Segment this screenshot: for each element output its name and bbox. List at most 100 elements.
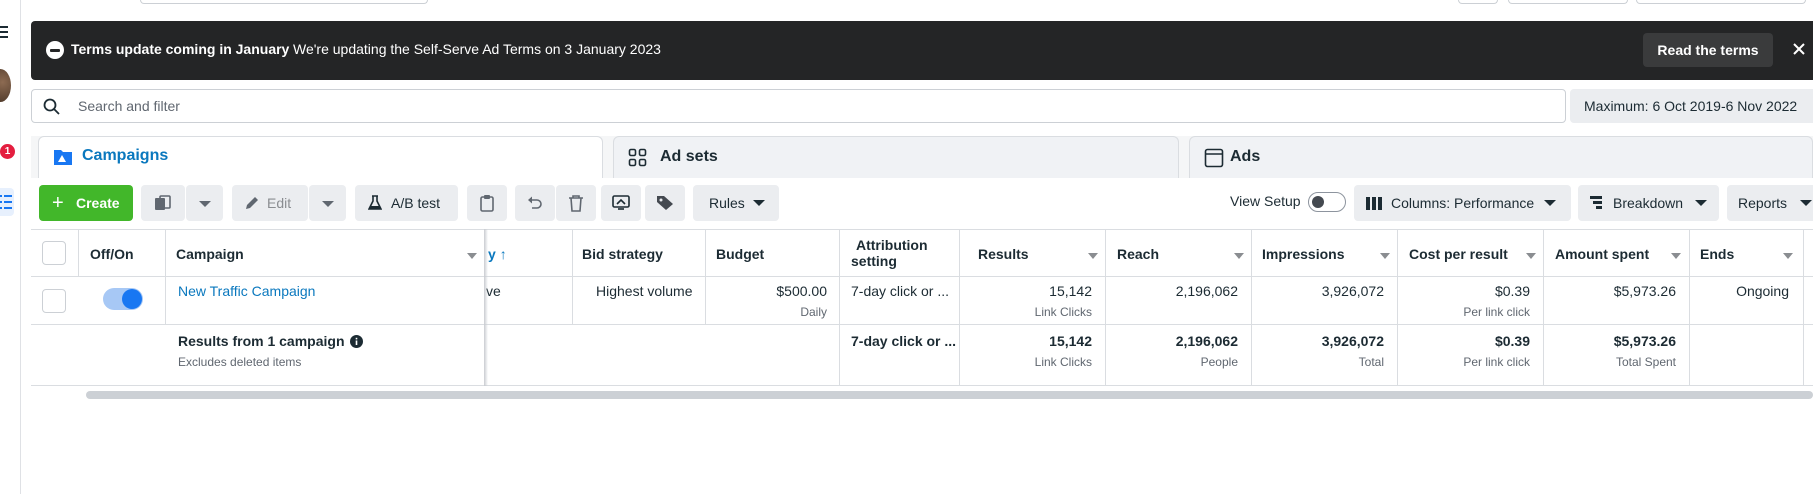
sort-caret-icon[interactable]	[1088, 253, 1098, 259]
search-input[interactable]	[76, 91, 1476, 121]
sort-caret-icon[interactable]	[1526, 253, 1536, 259]
tab-campaigns[interactable]: Campaigns	[38, 136, 603, 178]
sort-caret-icon[interactable]	[1783, 253, 1793, 259]
campaign-on-off-toggle[interactable]	[103, 288, 143, 310]
caret-down-icon	[1544, 200, 1556, 206]
top-search-fragment[interactable]	[140, 0, 428, 4]
pencil-icon	[246, 197, 258, 209]
columns-label: Columns: Performance	[1391, 195, 1535, 211]
caret-down-icon	[1800, 200, 1812, 206]
terms-update-banner: Terms update coming in January We're upd…	[31, 21, 1813, 80]
tab-label: Ad sets	[660, 148, 718, 165]
caret-down-icon	[1695, 200, 1707, 206]
search-filter-box[interactable]	[31, 89, 1566, 123]
summary-subtitle: Excludes deleted items	[178, 355, 302, 369]
header-results[interactable]: Results	[978, 246, 1029, 262]
horizontal-scrollbar[interactable]	[86, 391, 1813, 399]
tab-ads[interactable]: Ads	[1189, 136, 1813, 178]
header-amount-spent[interactable]: Amount spent	[1555, 246, 1649, 262]
summary-results-sub: Link Clicks	[1034, 355, 1092, 369]
create-label: Create	[76, 195, 120, 211]
read-terms-button[interactable]: Read the terms	[1643, 33, 1773, 67]
header-ends[interactable]: Ends	[1700, 246, 1734, 262]
flask-icon	[368, 195, 382, 210]
share-preview-icon	[612, 195, 630, 210]
caret-down-icon	[199, 201, 211, 207]
summary-attribution: 7-day click or ...	[851, 333, 957, 349]
header-impressions[interactable]: Impressions	[1262, 246, 1344, 262]
columns-button[interactable]: Columns: Performance	[1354, 185, 1571, 221]
header-delivery-label: y	[488, 246, 496, 262]
header-off-on: Off/On	[90, 246, 134, 262]
ad-icon	[1204, 148, 1224, 171]
sort-caret-icon[interactable]	[1234, 253, 1244, 259]
notification-badge: 1	[0, 144, 15, 159]
budget-value[interactable]: $500.00	[705, 283, 827, 299]
edit-button[interactable]: Edit	[232, 185, 308, 221]
edit-label: Edit	[267, 195, 292, 211]
select-all-checkbox[interactable]	[42, 241, 66, 265]
summary-title-text: Results from 1 campaign	[178, 333, 345, 349]
columns-icon	[1366, 197, 1382, 210]
close-icon[interactable]	[1789, 39, 1809, 59]
info-icon[interactable]	[350, 335, 364, 348]
budget-sub: Daily	[800, 305, 827, 319]
cost-per-result-value: $0.39	[1494, 283, 1530, 299]
top-button-fragment[interactable]	[1636, 0, 1806, 4]
preview-button[interactable]	[601, 185, 641, 221]
hamburger-menu-icon[interactable]	[0, 26, 8, 40]
breakdown-button[interactable]: Breakdown	[1578, 185, 1719, 221]
delete-button[interactable]	[556, 185, 596, 221]
search-icon	[43, 98, 61, 119]
duplicate-dropdown-button[interactable]	[186, 185, 223, 221]
results-value: 15,142	[1049, 283, 1092, 299]
sort-caret-icon[interactable]	[467, 253, 477, 259]
summary-impressions: 3,926,072	[1321, 333, 1384, 349]
date-range-picker[interactable]: Maximum: 6 Oct 2019-6 Nov 2022	[1570, 89, 1813, 123]
tag-icon	[657, 196, 673, 210]
header-attribution-line2[interactable]: setting	[851, 253, 897, 269]
breakdown-label: Breakdown	[1613, 195, 1684, 211]
tab-label: Campaigns	[82, 147, 169, 164]
header-budget[interactable]: Budget	[716, 246, 764, 262]
impressions-value: 3,926,072	[1321, 283, 1384, 299]
view-setup-toggle[interactable]	[1308, 192, 1346, 212]
trash-icon	[569, 195, 583, 212]
campaigns-list-icon[interactable]	[0, 188, 14, 216]
rules-button[interactable]: Rules	[693, 185, 779, 221]
create-button[interactable]: + Create	[39, 185, 133, 221]
tab-ad-sets[interactable]: Ad sets	[613, 136, 1179, 178]
top-button-fragment[interactable]	[1458, 0, 1498, 4]
edit-dropdown-button[interactable]	[309, 185, 346, 221]
summary-results: 15,142	[1049, 333, 1092, 349]
sort-ascending-icon: ↑	[499, 246, 507, 262]
folder-icon	[53, 148, 73, 169]
undo-icon	[528, 196, 542, 209]
row-checkbox[interactable]	[42, 289, 66, 313]
sort-caret-icon[interactable]	[1380, 253, 1390, 259]
reports-button[interactable]: Reports	[1727, 185, 1813, 221]
header-campaign[interactable]: Campaign	[176, 246, 244, 262]
summary-cost-per-result: $0.39	[1494, 333, 1530, 349]
header-attribution-line1[interactable]: Attribution	[856, 237, 928, 253]
attribution-value: 7-day click or ...	[851, 283, 950, 299]
amount-spent-value: $5,973.26	[1613, 283, 1676, 299]
ends-value: Ongoing	[1736, 283, 1789, 299]
tab-label: Ads	[1230, 148, 1261, 165]
column-divider	[78, 229, 79, 277]
tag-button[interactable]	[645, 185, 685, 221]
campaign-name-link[interactable]: New Traffic Campaign	[178, 283, 315, 299]
summary-title: Results from 1 campaign	[178, 333, 364, 349]
undo-button[interactable]	[515, 185, 555, 221]
header-cost-per-result[interactable]: Cost per result	[1409, 246, 1508, 262]
duplicate-button[interactable]	[141, 185, 185, 221]
header-delivery-fragment[interactable]: y ↑	[488, 246, 507, 262]
view-setup-label: View Setup	[1230, 193, 1301, 209]
ab-test-button[interactable]: A/B test	[355, 185, 458, 221]
sort-caret-icon[interactable]	[1671, 253, 1681, 259]
clipboard-button[interactable]	[467, 185, 507, 221]
ab-test-label: A/B test	[391, 195, 441, 211]
header-reach[interactable]: Reach	[1117, 246, 1159, 262]
header-bid-strategy[interactable]: Bid strategy	[582, 246, 663, 262]
top-button-fragment[interactable]	[1508, 0, 1628, 4]
